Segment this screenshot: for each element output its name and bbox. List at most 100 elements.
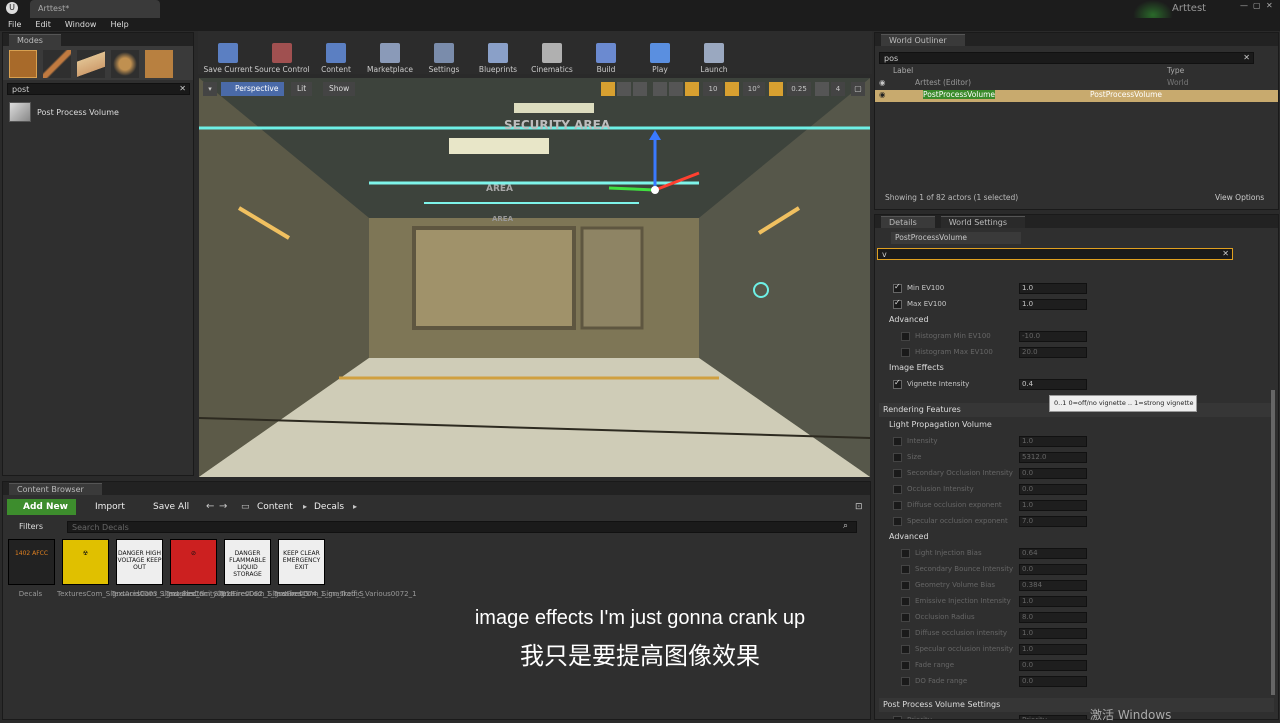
- rotation-size[interactable]: 10°: [743, 82, 765, 96]
- outliner-col-type[interactable]: Type: [1167, 66, 1184, 75]
- clear-search-icon[interactable]: ✕: [179, 84, 186, 94]
- toolbar-button-7[interactable]: Build: [580, 43, 632, 74]
- modes-result-item[interactable]: Post Process Volume: [3, 98, 193, 126]
- property-value-field[interactable]: 0.0: [1019, 468, 1087, 479]
- document-tab[interactable]: Arttest*: [30, 0, 160, 18]
- menu-window[interactable]: Window: [65, 20, 97, 29]
- override-checkbox[interactable]: [893, 437, 902, 446]
- clear-outliner-search-icon[interactable]: ✕: [1243, 53, 1250, 63]
- property-value-field[interactable]: 0.0: [1019, 660, 1087, 671]
- property-value-field[interactable]: 20.0: [1019, 347, 1087, 358]
- landscape-mode-icon[interactable]: [77, 50, 105, 78]
- property-value-field[interactable]: 0.64: [1019, 548, 1087, 559]
- toolbar-button-9[interactable]: Launch: [688, 43, 740, 74]
- override-checkbox[interactable]: [901, 597, 910, 606]
- tab-world-outliner[interactable]: World Outliner: [881, 33, 965, 46]
- property-category[interactable]: Advanced: [879, 530, 1274, 544]
- toolbar-button-3[interactable]: Marketplace: [364, 43, 416, 74]
- property-value-field[interactable]: 1.0: [1019, 500, 1087, 511]
- override-checkbox[interactable]: [893, 485, 902, 494]
- asset-thumbnail[interactable]: ⊘: [170, 539, 217, 585]
- back-arrow-icon[interactable]: ←: [206, 501, 214, 512]
- perspective-button[interactable]: Perspective: [221, 82, 285, 96]
- foliage-mode-icon[interactable]: [111, 50, 139, 78]
- actor-name-field[interactable]: PostProcessVolume: [891, 232, 1021, 244]
- property-value-field[interactable]: 1.0: [1019, 628, 1087, 639]
- viewport-menu-button[interactable]: ▾: [203, 82, 217, 96]
- property-value-field[interactable]: 1.0: [1019, 299, 1087, 310]
- override-checkbox[interactable]: [893, 501, 902, 510]
- modes-search-input[interactable]: post ✕: [7, 83, 190, 95]
- property-category[interactable]: Post Process Volume Settings: [879, 698, 1274, 712]
- override-checkbox[interactable]: [901, 565, 910, 574]
- toolbar-button-8[interactable]: Play: [634, 43, 686, 74]
- property-value-field[interactable]: 0.384: [1019, 580, 1087, 591]
- override-checkbox[interactable]: [893, 453, 902, 462]
- world-space-icon[interactable]: [653, 82, 667, 96]
- property-value-field[interactable]: Priority: [1019, 715, 1087, 719]
- asset-thumbnail[interactable]: KEEP CLEAR EMERGENCY EXIT: [278, 539, 325, 585]
- visibility-eye-icon[interactable]: ◉: [879, 90, 886, 99]
- maximize-button[interactable]: ▢: [1253, 1, 1261, 10]
- override-checkbox[interactable]: [893, 469, 902, 478]
- add-new-button[interactable]: Add New: [7, 499, 76, 515]
- translate-tool-icon[interactable]: [601, 82, 615, 96]
- import-button[interactable]: Import: [95, 502, 125, 512]
- outliner-row-ppv[interactable]: ◉ PostProcessVolume PostProcessVolume: [875, 90, 1278, 102]
- breadcrumb-content[interactable]: Content: [257, 502, 293, 512]
- toolbar-button-1[interactable]: Source Control: [254, 43, 310, 74]
- forward-arrow-icon[interactable]: →: [219, 501, 227, 512]
- override-checkbox[interactable]: [893, 298, 902, 309]
- outliner-search-input[interactable]: pos ✕: [879, 52, 1254, 64]
- override-checkbox[interactable]: [893, 716, 902, 719]
- toolbar-button-2[interactable]: Content: [310, 43, 362, 74]
- override-checkbox[interactable]: [901, 332, 910, 341]
- toolbar-button-5[interactable]: Blueprints: [472, 43, 524, 74]
- lit-button[interactable]: Lit: [291, 82, 313, 96]
- property-value-field[interactable]: 0.0: [1019, 484, 1087, 495]
- geometry-mode-icon[interactable]: [145, 50, 173, 78]
- asset-thumbnail[interactable]: ☢: [62, 539, 109, 585]
- asset-search-input[interactable]: Search Decals: [67, 521, 857, 533]
- place-mode-icon[interactable]: [9, 50, 37, 78]
- scale-size[interactable]: 0.25: [787, 82, 811, 96]
- show-button[interactable]: Show: [323, 82, 356, 96]
- property-category[interactable]: Image Effects: [879, 361, 1274, 375]
- override-checkbox[interactable]: [893, 282, 902, 293]
- override-checkbox[interactable]: [901, 661, 910, 670]
- property-value-field[interactable]: 0.4: [1019, 379, 1087, 390]
- tab-details[interactable]: Details: [881, 215, 935, 228]
- property-value-field[interactable]: 7.0: [1019, 516, 1087, 527]
- property-category[interactable]: Advanced: [879, 313, 1274, 327]
- toolbar-button-6[interactable]: Cinematics: [526, 43, 578, 74]
- property-value-field[interactable]: 1.0: [1019, 436, 1087, 447]
- lock-icon[interactable]: ⊡: [855, 502, 863, 512]
- rotate-tool-icon[interactable]: [617, 82, 631, 96]
- property-value-field[interactable]: -10.0: [1019, 331, 1087, 342]
- override-checkbox[interactable]: [901, 677, 910, 686]
- close-button[interactable]: ✕: [1266, 1, 1273, 10]
- property-value-field[interactable]: 8.0: [1019, 612, 1087, 623]
- rotation-snap-icon[interactable]: [725, 82, 739, 96]
- minimize-button[interactable]: —: [1240, 1, 1248, 10]
- override-checkbox[interactable]: [901, 613, 910, 622]
- override-checkbox[interactable]: [901, 348, 910, 357]
- search-icon[interactable]: ⌕: [843, 521, 848, 531]
- camera-speed[interactable]: 4: [831, 82, 845, 96]
- toolbar-button-4[interactable]: Settings: [418, 43, 470, 74]
- override-checkbox[interactable]: [901, 549, 910, 558]
- breadcrumb-decals[interactable]: Decals: [314, 502, 344, 512]
- clear-details-search-icon[interactable]: ✕: [1222, 249, 1229, 259]
- toolbar-button-0[interactable]: Save Current: [202, 43, 254, 74]
- details-search-input[interactable]: v ✕: [877, 248, 1233, 260]
- property-value-field[interactable]: 1.0: [1019, 596, 1087, 607]
- tab-world-settings[interactable]: World Settings: [940, 215, 1026, 228]
- property-category[interactable]: Light Propagation Volume: [879, 418, 1274, 432]
- paint-mode-icon[interactable]: [43, 50, 71, 78]
- tab-modes[interactable]: Modes: [9, 33, 61, 46]
- level-viewport[interactable]: SECURITY AREA AREA AREA ▾ Perspective Li…: [199, 78, 870, 477]
- camera-speed-icon[interactable]: [815, 82, 829, 96]
- property-value-field[interactable]: 1.0: [1019, 283, 1087, 294]
- scale-tool-icon[interactable]: [633, 82, 647, 96]
- view-options-button[interactable]: View Options: [1215, 193, 1264, 202]
